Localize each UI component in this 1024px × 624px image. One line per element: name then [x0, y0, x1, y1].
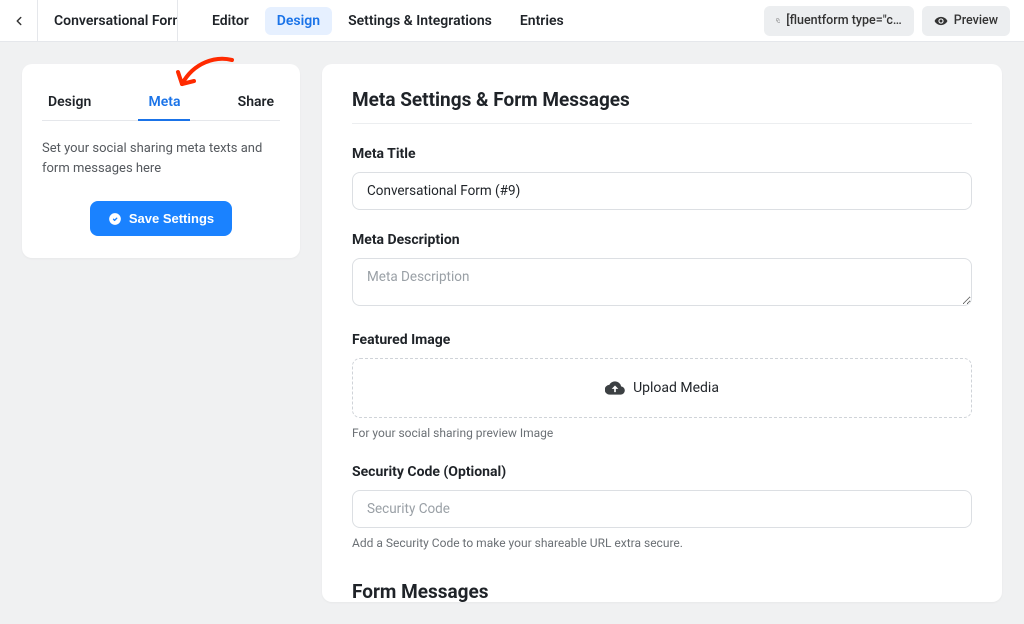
nav-design[interactable]: Design: [265, 7, 332, 35]
label-meta-title: Meta Title: [352, 146, 972, 162]
tab-meta[interactable]: Meta: [142, 86, 186, 120]
textarea-meta-description[interactable]: [352, 258, 972, 306]
page-heading: Meta Settings & Form Messages: [352, 88, 972, 111]
check-circle-icon: [108, 212, 122, 226]
field-meta-title: Meta Title: [352, 146, 972, 210]
label-featured-image: Featured Image: [352, 332, 972, 348]
shortcode-text: [fluentform type="c…: [786, 13, 902, 28]
nav-entries[interactable]: Entries: [508, 7, 576, 35]
field-meta-description: Meta Description: [352, 232, 972, 310]
main-panel: Meta Settings & Form Messages Meta Title…: [322, 64, 1002, 602]
section-divider: [352, 123, 972, 124]
tab-share[interactable]: Share: [232, 86, 280, 120]
sidebar-tabs: Design Meta Share: [42, 86, 280, 121]
field-security-code: Security Code (Optional) Add a Security …: [352, 464, 972, 552]
preview-label: Preview: [954, 13, 998, 28]
form-messages-heading: Form Messages: [352, 580, 972, 602]
page-body: Design Meta Share Set your social sharin…: [0, 42, 1024, 624]
tab-design[interactable]: Design: [42, 86, 97, 120]
sidebar-panel: Design Meta Share Set your social sharin…: [22, 64, 300, 258]
topbar-right: [fluentform type="c… Preview: [764, 6, 1010, 36]
label-security-code: Security Code (Optional): [352, 464, 972, 480]
shortcode-chip[interactable]: [fluentform type="c…: [764, 6, 914, 36]
form-title: Conversational Form…: [38, 0, 178, 42]
save-button-label: Save Settings: [129, 211, 214, 226]
preview-button[interactable]: Preview: [922, 6, 1010, 36]
top-nav: Editor Design Settings & Integrations En…: [178, 0, 764, 42]
nav-editor[interactable]: Editor: [200, 7, 261, 35]
upload-media-button[interactable]: Upload Media: [352, 358, 972, 418]
chevron-left-icon: [12, 14, 26, 28]
nav-settings[interactable]: Settings & Integrations: [336, 7, 504, 35]
eye-icon: [934, 14, 948, 28]
hint-featured-image: For your social sharing preview Image: [352, 425, 972, 442]
input-meta-title[interactable]: [352, 172, 972, 210]
upload-media-label: Upload Media: [633, 380, 719, 396]
save-button[interactable]: Save Settings: [90, 201, 232, 236]
hint-security-code: Add a Security Code to make your shareab…: [352, 535, 972, 552]
topbar: Conversational Form… Editor Design Setti…: [0, 0, 1024, 42]
input-security-code[interactable]: [352, 490, 972, 528]
field-featured-image: Featured Image Upload Media For your soc…: [352, 332, 972, 442]
back-button[interactable]: [0, 0, 38, 42]
copy-icon: [776, 14, 780, 27]
cloud-upload-icon: [605, 378, 625, 398]
sidebar-helper-text: Set your social sharing meta texts and f…: [42, 139, 280, 179]
label-meta-description: Meta Description: [352, 232, 972, 248]
